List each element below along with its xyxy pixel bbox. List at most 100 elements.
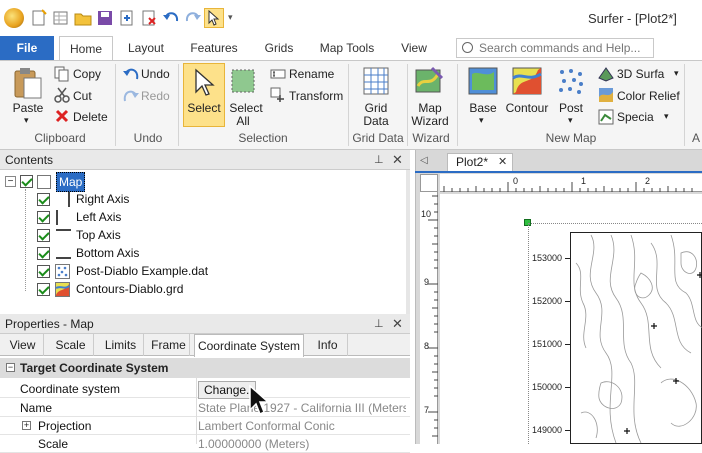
map-node-icon [37,175,51,189]
left-axis-checkbox[interactable] [37,211,50,224]
specialty-map-icon [598,109,614,125]
tab-view-props[interactable]: View [2,334,44,356]
close-icon[interactable]: ✕ [392,152,403,168]
top-axis-checkbox[interactable] [37,229,50,242]
tab-info[interactable]: Info [308,334,348,356]
tree-item-bottom-axis[interactable]: Bottom Axis [76,244,139,262]
3d-surface-button[interactable]: 3D Surfa [617,64,664,84]
3d-surface-icon [598,67,614,82]
specialty-button[interactable]: Specia [617,107,654,127]
scale-label: Scale [38,437,69,451]
tab-layout[interactable]: Layout [122,36,170,60]
transform-icon [270,87,284,102]
grid-data-icon [363,67,389,95]
surface-dropdown-icon[interactable]: ▾ [674,68,679,79]
ruler-corner [420,174,438,192]
rename-icon [270,69,286,79]
post-dropdown-icon[interactable]: ▾ [568,115,573,126]
undo-ribbon-icon [123,68,139,80]
copy-button[interactable]: Copy [73,64,101,84]
bottom-axis-checkbox[interactable] [37,247,50,260]
redo-icon[interactable] [184,9,202,27]
tab-scale[interactable]: Scale [48,334,94,356]
tab-coordinate-system[interactable]: Coordinate System [194,334,304,357]
undo-group-label: Undo [133,131,163,145]
ribbon-separator [178,64,179,146]
post-map-button[interactable]: Post [553,102,589,115]
mouse-cursor-icon [249,384,270,416]
selection-outline [528,223,702,224]
contents-panel-header: Contents [0,150,410,170]
delete-icon [55,109,69,123]
tab-file[interactable]: File [0,36,54,60]
tab-limits[interactable]: Limits [98,334,144,356]
cut-button[interactable]: Cut [73,86,92,106]
tree-item-post-layer[interactable]: Post-Diablo Example.dat [76,262,208,280]
properties-pin-icon[interactable]: ⊥ [374,317,384,330]
tree-item-right-axis[interactable]: Right Axis [76,190,129,208]
contour-layer-checkbox[interactable] [37,283,50,296]
close-document-icon[interactable] [140,9,158,27]
tab-view[interactable]: View [394,36,434,60]
target-coordinate-section[interactable]: Target Coordinate System [0,358,410,378]
color-relief-icon [599,88,613,102]
ruler-left-label-0: 10 [421,209,432,219]
specialty-dropdown-icon[interactable]: ▾ [664,111,669,122]
surfer-logo-icon[interactable] [4,8,24,28]
tree-item-left-axis[interactable]: Left Axis [76,208,121,226]
tab-home[interactable]: Home [59,36,113,61]
paste-button[interactable]: Paste [6,102,50,115]
map-wizard-label-2: Wizard [411,114,449,128]
base-dropdown-icon[interactable]: ▾ [479,115,484,126]
paste-dropdown-icon[interactable]: ▾ [24,115,29,126]
post-layer-checkbox[interactable] [37,265,50,278]
window-title: Surfer - [Plot2*] [588,11,677,26]
rename-button[interactable]: Rename [289,64,334,84]
next-group-label: A [691,131,700,145]
tree-item-top-axis[interactable]: Top Axis [76,226,121,244]
y-axis-tick [565,430,570,431]
select-pointer-icon [195,68,215,96]
open-folder-icon[interactable] [74,9,92,27]
contour-map-button[interactable]: Contour [503,102,551,115]
save-icon[interactable] [96,9,114,27]
y-axis-tick [565,258,570,259]
qat-customize-icon[interactable]: ▾ [228,12,233,23]
ruler-left-label-1: 9 [424,277,430,287]
tab-map-tools[interactable]: Map Tools [315,36,379,60]
delete-button[interactable]: Delete [73,107,108,127]
tree-item-contour-layer[interactable]: Contours-Diablo.grd [76,280,183,298]
tab-features[interactable]: Features [185,36,243,60]
pin-icon[interactable]: ⊥ [374,153,384,166]
base-map-button[interactable]: Base [464,102,502,115]
tree-item-map[interactable]: Map [56,172,86,192]
contents-scrollbar[interactable] [406,170,410,314]
ruler-left-label-2: 8 [424,341,430,351]
transform-button[interactable]: Transform [289,86,343,106]
tab-scroll-left-icon[interactable]: ◁ [420,155,428,166]
base-map-icon [468,67,498,95]
import-icon[interactable] [118,9,136,27]
copy-icon [54,66,69,82]
map-frame[interactable] [570,232,702,444]
scale-value: 1.00000000 (Meters) [198,437,310,451]
tab-frame[interactable]: Frame [148,334,190,356]
collapse-toggle-icon[interactable]: − [5,176,16,187]
section-collapse-icon[interactable]: − [6,363,15,372]
properties-close-icon[interactable]: ✕ [392,316,403,332]
new-worksheet-icon[interactable] [52,9,70,27]
ribbon-separator [684,64,685,146]
y-axis-tick-label: 149000 [532,425,563,435]
map-visibility-checkbox[interactable] [20,175,33,188]
undo-button[interactable]: Undo [141,64,170,84]
search-commands-input[interactable]: Search commands and Help... [456,38,654,58]
redo-button[interactable]: Redo [141,86,170,106]
projection-expand-icon[interactable]: + [22,421,31,430]
tab-grids[interactable]: Grids [258,36,300,60]
undo-icon[interactable] [162,9,180,27]
color-relief-button[interactable]: Color Relief [617,86,680,106]
right-axis-checkbox[interactable] [37,193,50,206]
document-tab-close-icon[interactable]: ✕ [498,155,507,168]
new-icon[interactable] [30,9,48,27]
redo-ribbon-icon [123,90,139,102]
